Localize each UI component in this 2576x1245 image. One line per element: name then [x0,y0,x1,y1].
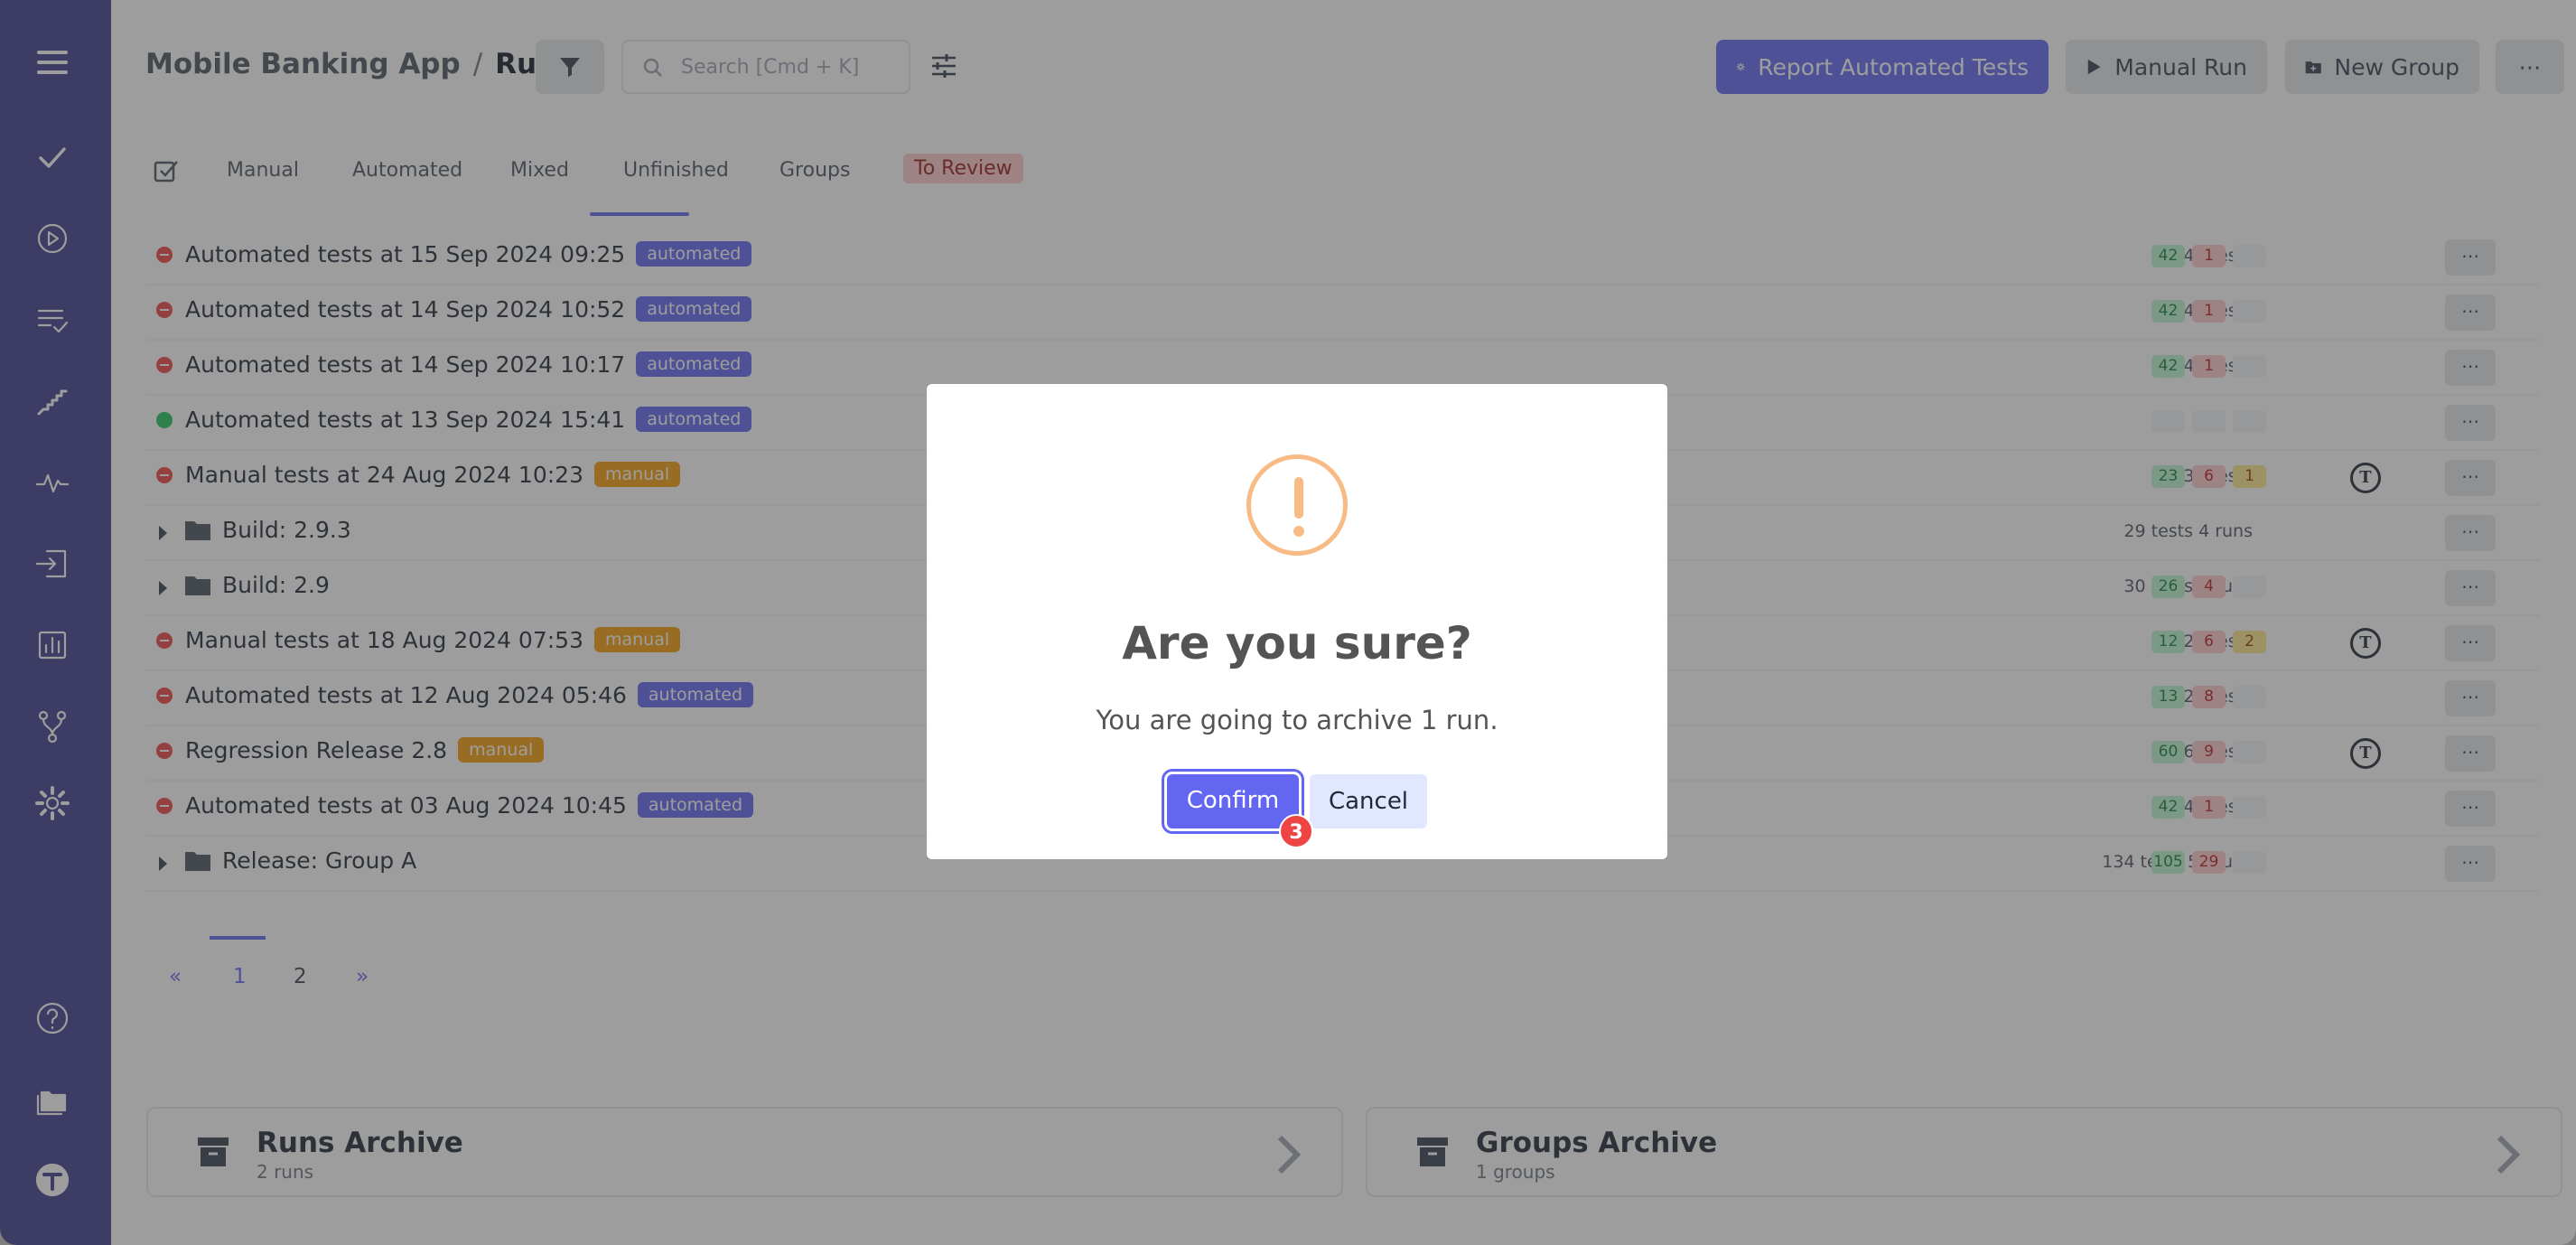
step-number-badge: 3 [1279,814,1313,848]
dialog-message: You are going to archive 1 run. [1096,705,1498,735]
warning-icon-dot [1293,526,1304,537]
warning-icon [1246,454,1348,556]
warning-icon-bar [1294,477,1303,519]
confirm-archive-dialog: Are you sure? You are going to archive 1… [927,384,1667,859]
confirm-button[interactable]: Confirm [1167,774,1299,828]
cancel-button[interactable]: Cancel [1310,774,1427,828]
dialog-title: Are you sure? [1122,617,1472,669]
